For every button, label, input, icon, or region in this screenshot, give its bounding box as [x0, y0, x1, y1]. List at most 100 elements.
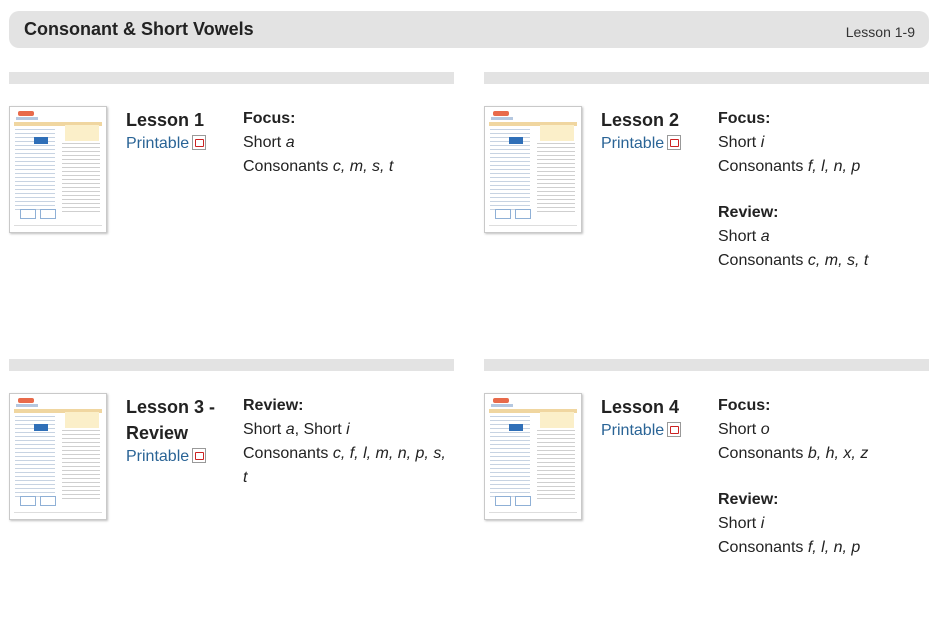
lesson-title: Lesson 4	[601, 397, 680, 417]
lesson-title: Lesson 3 - Review	[126, 397, 216, 443]
section-label: Review:	[243, 397, 304, 414]
section-title: Consonant & Short Vowels	[24, 19, 254, 39]
printable-link[interactable]: Printable	[126, 448, 207, 466]
thumb-footer	[489, 512, 577, 513]
section-header: Consonant & Short Vowels Lesson 1-9	[9, 11, 929, 48]
thumb-subtitle	[16, 404, 38, 407]
thumb-text-right	[537, 143, 575, 213]
thumb-image	[515, 496, 531, 506]
printable-label: Printable	[126, 448, 190, 465]
thumb-logo	[18, 111, 34, 116]
lesson-info: Focus: Short a Consonants c, m, s, t	[243, 107, 448, 179]
info-value: a	[760, 228, 770, 245]
section-label: Focus:	[243, 110, 296, 127]
card-divider-bar	[484, 72, 929, 84]
thumb-footer	[489, 225, 577, 226]
info-text: Consonants	[718, 158, 808, 175]
info-line: Short i	[718, 512, 923, 536]
thumb-image	[20, 496, 36, 506]
card-divider-bar	[9, 359, 454, 371]
info-text: Consonants	[243, 158, 333, 175]
thumb-image	[495, 209, 511, 219]
info-line: Short a	[243, 131, 448, 155]
thumb-image	[40, 209, 56, 219]
printable-thumbnail[interactable]	[9, 106, 107, 233]
lesson-range: Lesson 1-9	[845, 24, 915, 40]
section-label: Focus:	[718, 397, 771, 414]
thumb-blue-box	[509, 424, 523, 431]
pdf-icon	[667, 135, 682, 150]
info-text: Short	[243, 421, 286, 438]
info-value: a	[285, 421, 295, 438]
info-text: Short	[243, 134, 286, 151]
section-label: Focus:	[718, 110, 771, 127]
info-text: Short	[718, 228, 761, 245]
lesson-info: Focus: Short o Consonants b, h, x, z Review…	[718, 394, 923, 560]
info-value: f, l, n, p	[807, 158, 861, 175]
printable-thumbnail[interactable]	[9, 393, 107, 520]
thumb-subtitle	[491, 117, 513, 120]
info-text: , Short	[294, 421, 347, 438]
thumb-blue-box	[509, 137, 523, 144]
card-divider-bar	[484, 359, 929, 371]
pdf-icon	[192, 448, 207, 463]
printable-label: Printable	[601, 422, 665, 439]
thumb-image	[40, 496, 56, 506]
lesson-title: Lesson 1	[126, 110, 205, 130]
info-text: Short	[718, 421, 761, 438]
info-text: Consonants	[718, 252, 808, 269]
info-line: Short a, Short i	[243, 418, 448, 442]
info-value: i	[760, 515, 765, 532]
info-line: Consonants f, l, n, p	[718, 536, 923, 560]
info-text: Consonants	[243, 445, 333, 462]
lesson-info: Focus: Short i Consonants f, l, n, p Review…	[718, 107, 923, 273]
thumb-subtitle	[16, 117, 38, 120]
info-value: o	[760, 421, 770, 438]
info-text: Short	[718, 134, 761, 151]
info-line: Consonants f, l, n, p	[718, 155, 923, 179]
printable-thumbnail[interactable]	[484, 106, 582, 233]
info-line: Consonants c, m, s, t	[243, 155, 448, 179]
thumb-text-right	[62, 430, 100, 500]
info-text: Short	[718, 515, 761, 532]
thumb-note-box	[65, 125, 99, 141]
info-text: Consonants	[718, 539, 808, 556]
printable-link[interactable]: Printable	[601, 135, 682, 153]
info-line: Short i	[718, 131, 923, 155]
section-label: Review:	[718, 204, 779, 221]
info-value: c, m, s, t	[807, 252, 869, 269]
lesson-info: Review: Short a, Short i Consonants c, f, …	[243, 394, 448, 490]
info-value: a	[285, 134, 295, 151]
thumb-blue-box	[34, 137, 48, 144]
thumb-subtitle	[491, 404, 513, 407]
lesson-title: Lesson 2	[601, 110, 680, 130]
thumb-logo	[493, 398, 509, 403]
thumb-text-right	[62, 143, 100, 213]
pdf-icon	[667, 422, 682, 437]
thumb-image	[20, 209, 36, 219]
section-label: Review:	[718, 491, 779, 508]
info-line: Consonants b, h, x, z	[718, 442, 923, 466]
thumb-note-box	[540, 125, 574, 141]
info-value: i	[346, 421, 350, 438]
printable-label: Printable	[601, 135, 665, 152]
thumb-note-box	[65, 412, 99, 428]
info-value: b, h, x, z	[807, 445, 869, 462]
card-divider-bar	[9, 72, 454, 84]
printable-thumbnail[interactable]	[484, 393, 582, 520]
info-line: Consonants c, f, l, m, n, p, s, t	[243, 442, 448, 490]
info-value: i	[760, 134, 765, 151]
pdf-icon	[192, 135, 207, 150]
thumb-image	[515, 209, 531, 219]
thumb-logo	[493, 111, 509, 116]
printable-link[interactable]: Printable	[601, 422, 682, 440]
printable-label: Printable	[126, 135, 190, 152]
info-text: Consonants	[718, 445, 808, 462]
thumb-image	[495, 496, 511, 506]
printable-link[interactable]: Printable	[126, 135, 207, 153]
thumb-logo	[18, 398, 34, 403]
info-line: Short o	[718, 418, 923, 442]
thumb-footer	[14, 225, 102, 226]
